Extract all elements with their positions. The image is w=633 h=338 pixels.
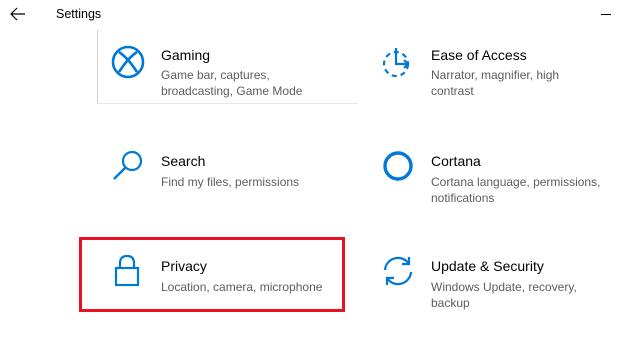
- tile-search[interactable]: Search Find my files, permissions: [100, 140, 355, 206]
- back-button[interactable]: [4, 2, 32, 26]
- tile-ease-of-access-desc: Narrator, magnifier, high contrast: [431, 68, 560, 98]
- tile-cortana-name: Cortana: [431, 153, 481, 169]
- cortana-icon: [383, 151, 413, 181]
- tile-gaming-desc: Game bar, captures, broadcasting, Game M…: [161, 68, 303, 98]
- xbox-icon: [111, 45, 145, 79]
- ease-of-access-icon: [382, 48, 410, 78]
- tile-search-desc: Find my files, permissions: [161, 175, 300, 189]
- tile-gaming-name: Gaming: [161, 47, 211, 63]
- minimize-button[interactable]: [592, 2, 620, 26]
- tile-ease-of-access-name: Ease of Access: [431, 47, 527, 63]
- search-icon: [113, 150, 143, 180]
- highlight-box: [79, 237, 345, 312]
- tile-gaming[interactable]: Gaming Game bar, captures, broadcasting,…: [100, 36, 355, 102]
- tile-cortana-desc: Cortana language, permissions, notificat…: [431, 175, 601, 205]
- tile-cortana[interactable]: Cortana Cortana language, permissions, n…: [370, 140, 625, 206]
- tile-search-name: Search: [161, 153, 206, 169]
- title-bar: Settings: [0, 0, 633, 30]
- tile-update-security[interactable]: Update & Security Windows Update, recove…: [370, 245, 625, 311]
- sync-icon: [383, 256, 413, 286]
- tile-update-security-desc: Windows Update, recovery, backup: [431, 280, 577, 310]
- back-arrow-icon: [10, 7, 25, 21]
- tile-update-security-name: Update & Security: [431, 258, 544, 274]
- tile-ease-of-access[interactable]: Ease of Access Narrator, magnifier, high…: [370, 36, 625, 102]
- window-title: Settings: [56, 7, 102, 21]
